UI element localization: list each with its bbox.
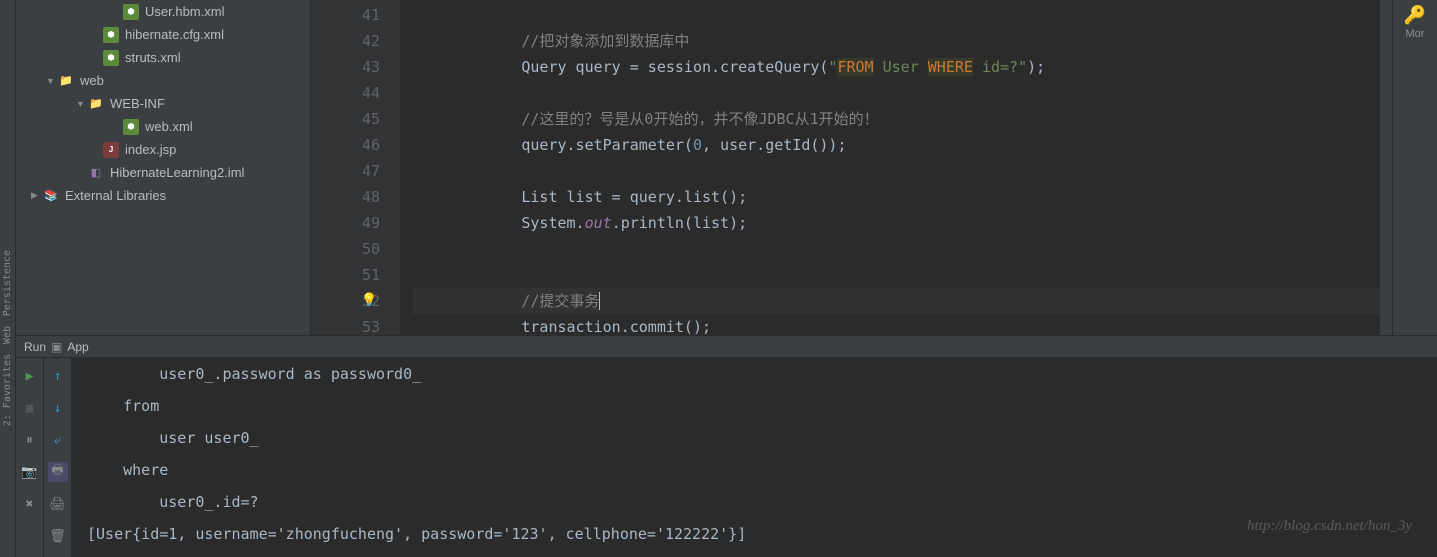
line-number: 48 xyxy=(311,184,380,210)
console-line: [User{id=1, username='zhongfucheng', pas… xyxy=(87,518,1422,550)
code-line[interactable]: query.setParameter(0, user.getId()); xyxy=(413,132,1392,158)
code-content[interactable]: //把对象添加到数据库中 Query query = session.creat… xyxy=(401,0,1392,335)
console-line: user user0_ xyxy=(87,422,1422,454)
tree-item-label: web xyxy=(80,73,104,88)
rerun-button[interactable]: ▶ xyxy=(20,366,40,386)
tree-arrow-icon[interactable]: ▼ xyxy=(76,99,88,109)
scroll-down-button[interactable]: ↓ xyxy=(48,398,68,418)
tree-item[interactable]: ▼📁 web xyxy=(16,69,310,92)
xml-file-icon: ⬢ xyxy=(123,4,139,20)
clear-button[interactable]: 🖨 xyxy=(48,494,68,514)
app-label[interactable]: App xyxy=(67,340,88,354)
line-number: 41 xyxy=(311,2,380,28)
tree-item[interactable]: ⬢ struts.xml xyxy=(16,46,310,69)
console-line: from xyxy=(87,390,1422,422)
code-line[interactable] xyxy=(413,2,1392,28)
line-number: 51 xyxy=(311,262,380,288)
run-config-icon[interactable]: ▣ xyxy=(51,340,62,354)
code-line[interactable] xyxy=(413,80,1392,106)
line-number: 49 xyxy=(311,210,380,236)
code-line[interactable]: Query query = session.createQuery("FROM … xyxy=(413,54,1392,80)
left-tool-sidebar: Persistence Web 2: Favorites xyxy=(0,0,16,557)
jsp-file-icon: J xyxy=(103,142,119,158)
run-label: Run xyxy=(24,340,46,354)
line-number: 43 xyxy=(311,54,380,80)
tree-item[interactable]: ▶📚 External Libraries xyxy=(16,184,310,207)
tree-item[interactable]: ⬢ hibernate.cfg.xml xyxy=(16,23,310,46)
tree-item-label: External Libraries xyxy=(65,188,166,203)
editor-scrollbar[interactable] xyxy=(1380,0,1392,335)
tree-item[interactable]: ⬢ web.xml xyxy=(16,115,310,138)
line-number: 45 xyxy=(311,106,380,132)
line-number: 47 xyxy=(311,158,380,184)
scroll-up-button[interactable]: ↑ xyxy=(48,366,68,386)
watermark: http://blog.csdn.net/hon_3y xyxy=(1247,510,1412,542)
xml-file-icon: ⬢ xyxy=(103,27,119,43)
code-line[interactable]: transaction.commit(); xyxy=(413,314,1392,340)
console-toolbar-secondary: ↑ ↓ ⤶ 🖶 🖨 🗑 xyxy=(44,358,72,557)
iml-file-icon: ◧ xyxy=(88,165,104,181)
console-section: ▶ ■ ⏸ 📷 ✖ ↑ ↓ ⤶ 🖶 🖨 🗑 user0_.password as… xyxy=(16,358,1437,557)
tree-arrow-icon[interactable]: ▶ xyxy=(31,190,43,201)
web-tab[interactable]: Web xyxy=(2,326,13,344)
folder-icon: 📁 xyxy=(88,96,104,112)
editor-area[interactable]: 414243444546474849505152💡53 //把对象添加到数据库中… xyxy=(311,0,1392,335)
line-number: 46 xyxy=(311,132,380,158)
line-number: 52💡 xyxy=(311,288,380,314)
tree-item-label: struts.xml xyxy=(125,50,181,65)
tree-item[interactable]: ▼📁 WEB-INF xyxy=(16,92,310,115)
code-line[interactable]: List list = query.list(); xyxy=(413,184,1392,210)
line-number: 44 xyxy=(311,80,380,106)
library-icon: 📚 xyxy=(43,188,59,204)
intention-bulb-icon[interactable]: 💡 xyxy=(361,288,377,314)
tree-arrow-icon[interactable]: ▼ xyxy=(46,76,58,86)
tree-item-label: index.jsp xyxy=(125,142,176,157)
console-line: user0_.id=? xyxy=(87,486,1422,518)
console-toolbar-primary: ▶ ■ ⏸ 📷 ✖ xyxy=(16,358,44,557)
tree-item-label: HibernateLearning2.iml xyxy=(110,165,244,180)
console-line: user0_.password as password0_ xyxy=(87,358,1422,390)
folder-icon: 📁 xyxy=(58,73,74,89)
line-number: 53 xyxy=(311,314,380,340)
code-line[interactable]: System.out.println(list); xyxy=(413,210,1392,236)
code-line[interactable] xyxy=(413,262,1392,288)
tree-item[interactable]: ◧ HibernateLearning2.iml xyxy=(16,161,310,184)
code-line[interactable] xyxy=(413,158,1392,184)
tree-item[interactable]: Jindex.jsp xyxy=(16,138,310,161)
trash-button[interactable]: 🗑 xyxy=(48,526,68,546)
dump-button[interactable]: 📷 xyxy=(20,462,40,482)
favorites-tab[interactable]: 2: Favorites xyxy=(2,354,13,426)
tree-item[interactable]: ⬢ User.hbm.xml xyxy=(16,0,310,23)
stop-button[interactable]: ■ xyxy=(20,398,40,418)
xml-file-icon: ⬢ xyxy=(123,119,139,135)
editor-gutter: 414243444546474849505152💡53 xyxy=(311,0,401,335)
xml-file-icon: ⬢ xyxy=(103,50,119,66)
console-line: where xyxy=(87,454,1422,486)
key-icon[interactable]: 🔑 xyxy=(1404,5,1426,26)
exit-button[interactable]: ✖ xyxy=(20,494,40,514)
code-line[interactable]: //这里的？号是从0开始的，并不像JDBC从1开始的！ xyxy=(413,106,1392,132)
tree-item-label: web.xml xyxy=(145,119,193,134)
tree-item-label: WEB-INF xyxy=(110,96,165,111)
project-tree[interactable]: ⬢ User.hbm.xml ⬢ hibernate.cfg.xml ⬢ struts.x… xyxy=(16,0,311,335)
pause-button[interactable]: ⏸ xyxy=(20,430,40,450)
line-number: 50 xyxy=(311,236,380,262)
soft-wrap-button[interactable]: ⤶ xyxy=(48,430,68,450)
line-number: 42 xyxy=(311,28,380,54)
tree-item-label: User.hbm.xml xyxy=(145,4,224,19)
tree-item-label: hibernate.cfg.xml xyxy=(125,27,224,42)
code-line[interactable]: //提交事务 xyxy=(413,288,1392,314)
main-area: ⬢ User.hbm.xml ⬢ hibernate.cfg.xml ⬢ struts.x… xyxy=(16,0,1437,557)
print-button[interactable]: 🖶 xyxy=(48,462,68,482)
code-line[interactable]: //把对象添加到数据库中 xyxy=(413,28,1392,54)
console-output[interactable]: user0_.password as password0_ from user … xyxy=(72,358,1437,557)
more-label[interactable]: Mor xyxy=(1406,28,1425,40)
right-tool-sidebar: 🔑 Mor xyxy=(1392,0,1437,335)
code-line[interactable] xyxy=(413,236,1392,262)
persistence-tab[interactable]: Persistence xyxy=(2,250,13,316)
top-section: ⬢ User.hbm.xml ⬢ hibernate.cfg.xml ⬢ struts.x… xyxy=(16,0,1437,335)
